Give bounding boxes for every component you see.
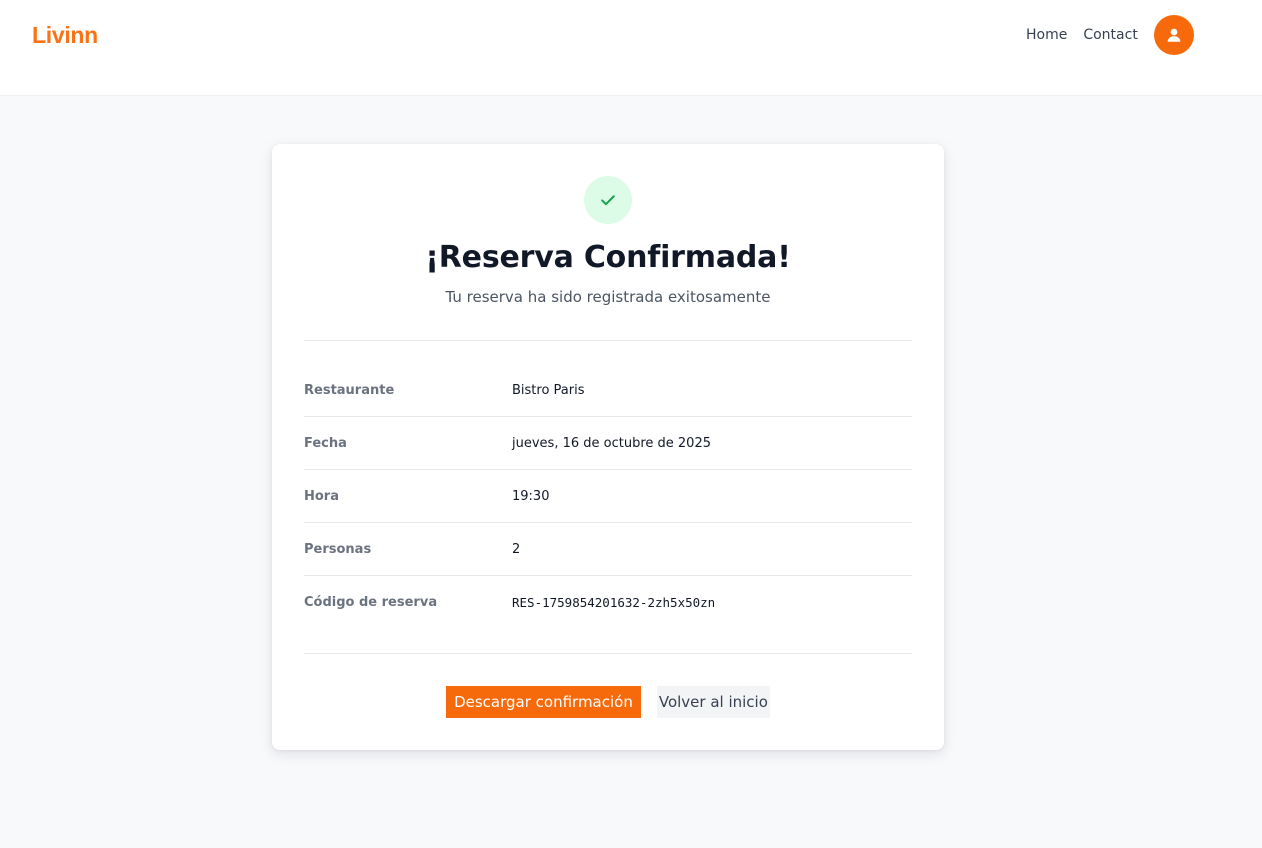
action-buttons: Descargar confirmación Volver al inicio xyxy=(272,686,944,718)
detail-value-date: jueves, 16 de octubre de 2025 xyxy=(512,435,711,451)
confirmation-subtitle: Tu reserva ha sido registrada exitosamen… xyxy=(445,288,771,306)
detail-label: Fecha xyxy=(304,435,347,451)
detail-row-date: Fecha jueves, 16 de octubre de 2025 xyxy=(304,417,912,470)
main-nav: Home Contact xyxy=(1018,15,1194,55)
detail-row-restaurant: Restaurante Bistro Paris xyxy=(304,364,912,417)
logo-link[interactable]: Livinn xyxy=(32,22,98,49)
nav-link-contact[interactable]: Contact xyxy=(1075,27,1145,43)
download-confirmation-button[interactable]: Descargar confirmación xyxy=(446,686,641,718)
nav-link-home[interactable]: Home xyxy=(1018,27,1075,43)
detail-row-guests: Personas 2 xyxy=(304,523,912,576)
confirmation-title: ¡Reserva Confirmada! xyxy=(425,240,791,275)
detail-value-restaurant: Bistro Paris xyxy=(512,382,585,398)
bottom-divider xyxy=(304,653,912,654)
check-icon xyxy=(601,195,615,206)
reservation-details: Restaurante Bistro Paris Fecha jueves, 1… xyxy=(304,364,912,629)
detail-label: Hora xyxy=(304,488,339,504)
user-avatar-button[interactable] xyxy=(1153,15,1194,55)
detail-label: Restaurante xyxy=(304,382,395,398)
reservation-confirmation-card: ¡Reserva Confirmada! Tu reserva ha sido … xyxy=(272,144,944,750)
top-navigation-bar: Livinn Home Contact xyxy=(0,0,1262,96)
user-icon xyxy=(1167,28,1181,42)
top-divider xyxy=(304,340,912,341)
detail-value-reservation-code: RES-1759854201632-2zh5x50zn xyxy=(512,595,716,610)
detail-row-reservation-code: Código de reserva RES-1759854201632-2zh5… xyxy=(304,576,912,629)
detail-label: Personas xyxy=(304,541,372,557)
back-to-home-button[interactable]: Volver al inicio xyxy=(656,686,770,718)
detail-row-time: Hora 19:30 xyxy=(304,470,912,523)
success-badge xyxy=(584,176,632,224)
detail-value-guests: 2 xyxy=(512,541,521,557)
detail-value-time: 19:30 xyxy=(512,488,550,504)
detail-label: Código de reserva xyxy=(304,595,438,610)
